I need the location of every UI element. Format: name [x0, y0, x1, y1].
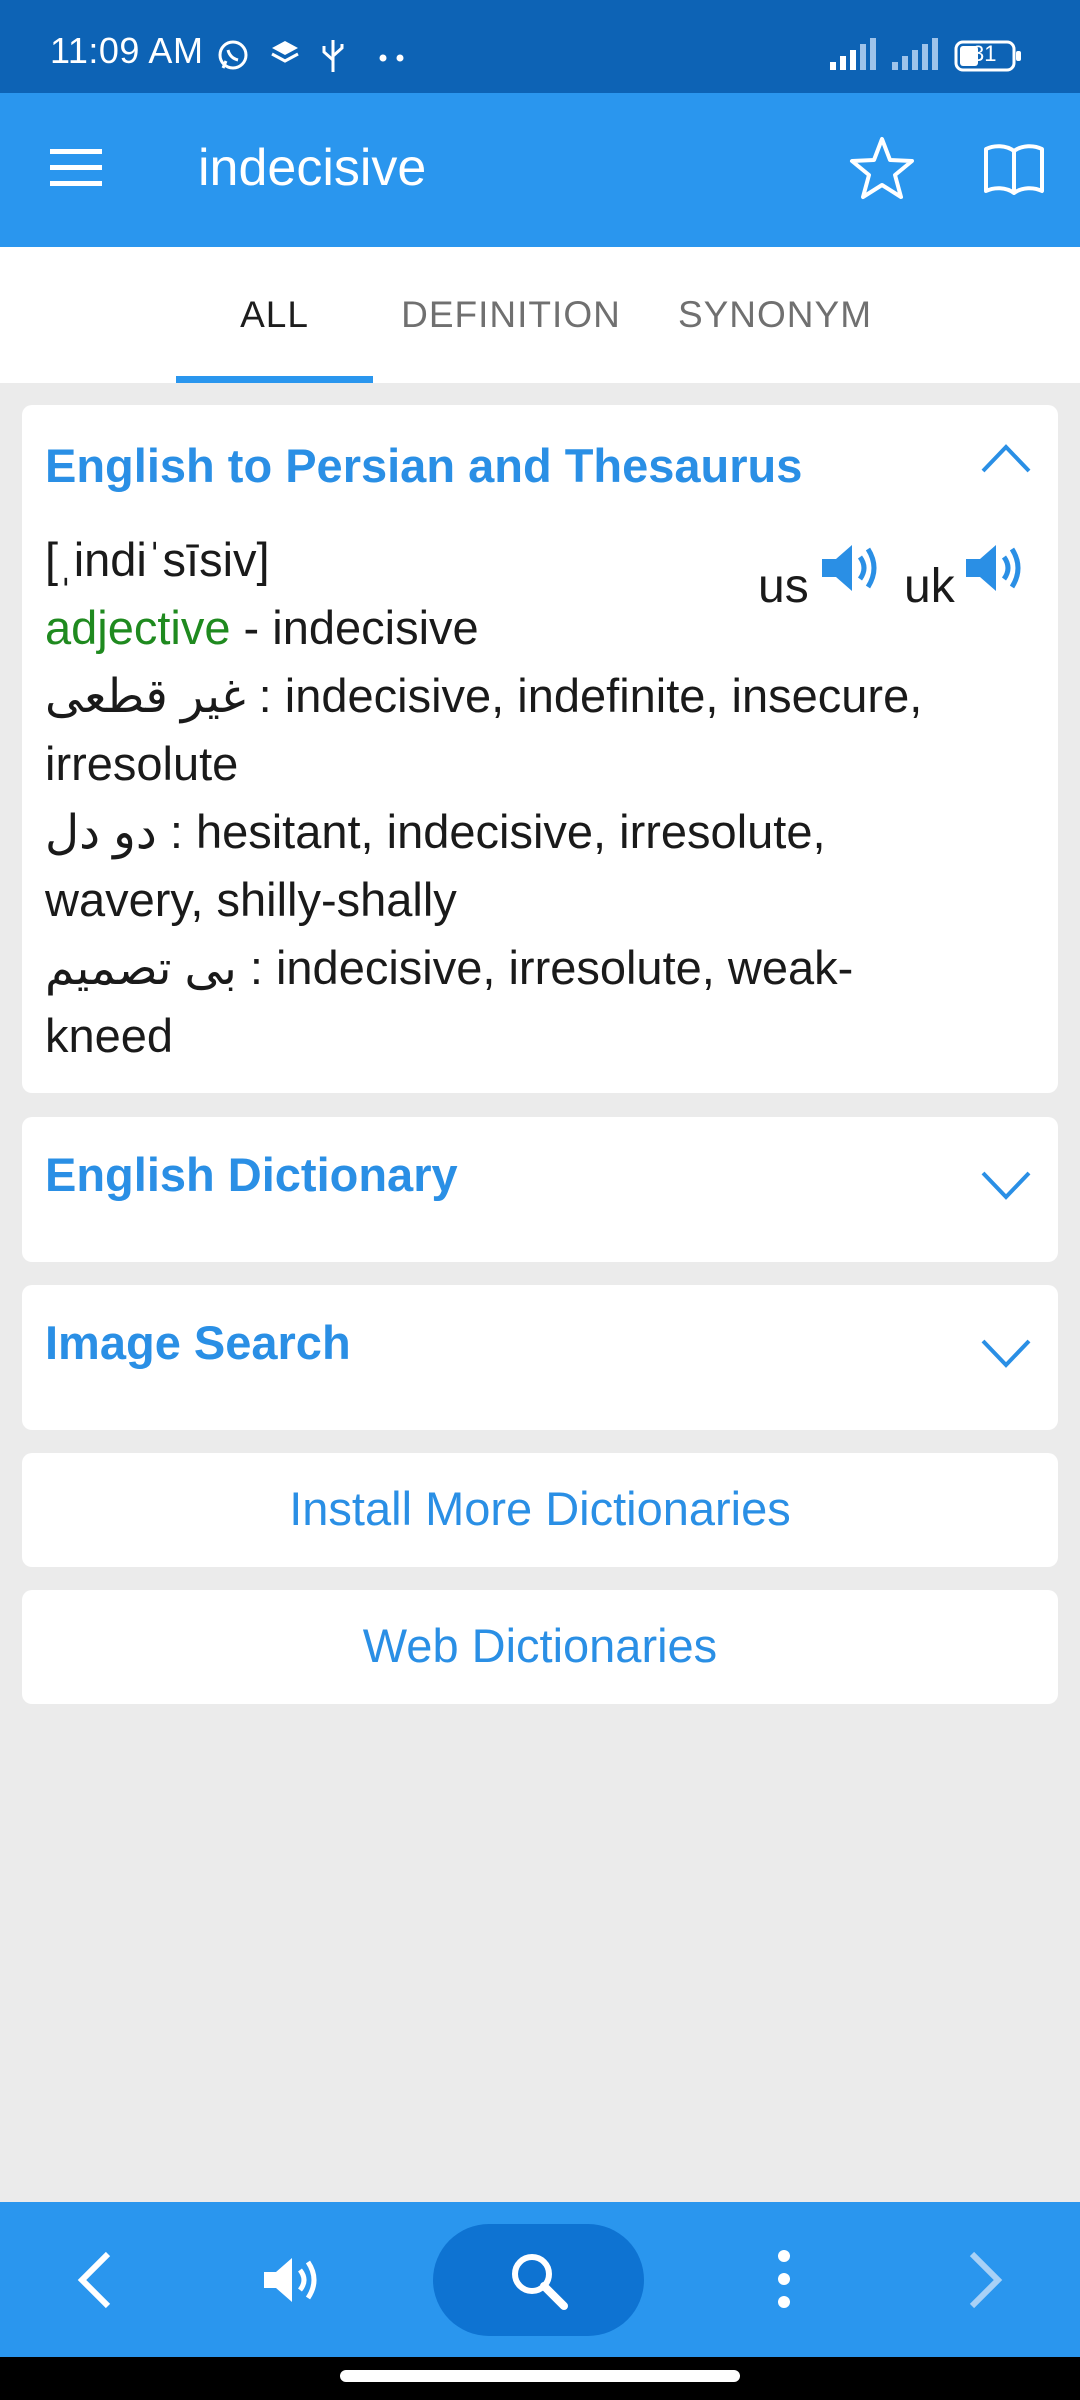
- synonyms: : indecisive, irresolute, weak-: [236, 941, 854, 994]
- search-button[interactable]: [433, 2224, 644, 2336]
- menu-icon[interactable]: [50, 147, 104, 194]
- app-bar: indecisive: [0, 93, 1080, 247]
- tab-all[interactable]: ALL: [176, 247, 373, 383]
- english-dictionary-card[interactable]: English Dictionary: [22, 1117, 1058, 1262]
- speaker-icon[interactable]: [818, 537, 886, 604]
- usb-icon: [318, 38, 348, 79]
- back-arrow-icon[interactable]: [74, 2250, 114, 2315]
- us-label: us: [758, 560, 809, 613]
- synonyms: : indecisive, indefinite, insecure,: [245, 669, 923, 722]
- signal-icon: [892, 36, 942, 77]
- image-search-card[interactable]: Image Search: [22, 1285, 1058, 1430]
- star-icon[interactable]: [848, 135, 916, 206]
- chevron-down-icon[interactable]: [980, 1337, 1032, 1376]
- persian-term: بی تصمیم: [45, 941, 237, 994]
- more-dots-icon: [378, 50, 408, 68]
- translation-entry-continued: irresolute: [45, 737, 239, 790]
- chevron-down-icon[interactable]: [980, 1169, 1032, 1208]
- speaker-icon[interactable]: [262, 2252, 324, 2313]
- search-term-title[interactable]: indecisive: [198, 138, 426, 198]
- speaker-icon[interactable]: [962, 537, 1030, 604]
- status-time: 11:09 AM: [50, 30, 204, 71]
- uk-label: uk: [904, 560, 955, 613]
- bottom-toolbar: [0, 2202, 1080, 2357]
- chevron-up-icon[interactable]: [980, 441, 1032, 480]
- card-title: Image Search: [45, 1316, 351, 1369]
- status-bar: 11:09 AM 31: [0, 0, 1080, 93]
- active-tab-indicator: [176, 376, 373, 383]
- web-dictionaries-button[interactable]: Web Dictionaries: [22, 1590, 1058, 1704]
- translation-entry: غیر قطعی : indecisive, indefinite, insec…: [45, 662, 922, 730]
- search-icon: [508, 2250, 570, 2317]
- web-dictionaries-label: Web Dictionaries: [362, 1619, 718, 1672]
- card-title: English Dictionary: [45, 1148, 458, 1201]
- translation-entry: بی تصمیم : indecisive, irresolute, weak-: [45, 934, 853, 1002]
- install-more-label: Install More Dictionaries: [289, 1482, 791, 1535]
- persian-term: دو دل: [45, 805, 157, 858]
- signal-icon: [830, 36, 880, 77]
- translation-entry-continued: kneed: [45, 1009, 174, 1062]
- translation-entry: دو دل : hesitant, indecisive, irresolute…: [45, 798, 826, 866]
- tab-definition[interactable]: DEFINITION: [393, 247, 629, 383]
- card-title[interactable]: English to Persian and Thesaurus: [45, 438, 802, 493]
- layers-icon: [270, 38, 300, 73]
- home-indicator[interactable]: [340, 2370, 740, 2382]
- tab-bar: ALL DEFINITION SYNONYM: [0, 247, 1080, 383]
- headword-line: adjective - indecisive: [45, 594, 479, 662]
- headword: - indecisive: [230, 601, 479, 654]
- battery-level: 31: [972, 41, 997, 66]
- persian-term: غیر قطعی: [45, 669, 246, 722]
- book-icon[interactable]: [982, 143, 1046, 200]
- whatsapp-icon: [216, 38, 250, 77]
- system-nav-bar: [0, 2357, 1080, 2400]
- translation-entry-continued: wavery, shilly-shally: [45, 873, 457, 926]
- forward-arrow-icon[interactable]: [966, 2250, 1006, 2315]
- translation-card: English to Persian and Thesaurus [ˌindiˈ…: [22, 405, 1058, 1093]
- pronunciation: [ˌindiˈsīsiv]: [45, 533, 270, 586]
- tab-synonym[interactable]: SYNONYM: [660, 247, 890, 383]
- synonyms: : hesitant, indecisive, irresolute,: [156, 805, 826, 858]
- install-more-dictionaries-button[interactable]: Install More Dictionaries: [22, 1453, 1058, 1567]
- part-of-speech: adjective: [45, 601, 231, 654]
- more-vert-icon[interactable]: [772, 2248, 796, 2315]
